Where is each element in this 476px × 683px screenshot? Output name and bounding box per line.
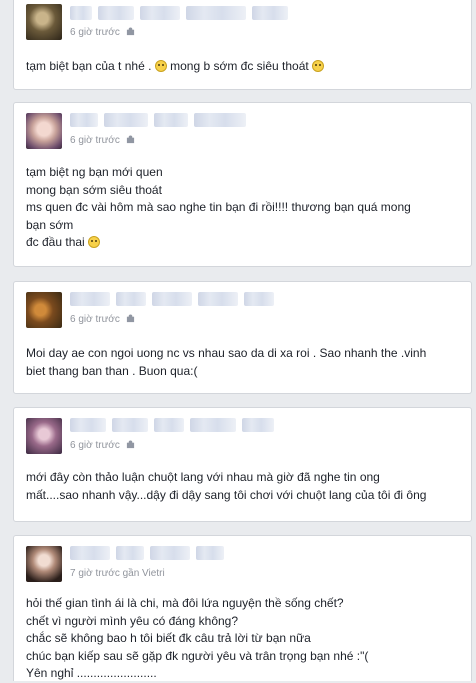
author-name-redacted[interactable] [194,113,246,127]
post-body: tạm biệt bạn của t nhé . mong b sớm đc s… [26,58,325,76]
author-name-redacted[interactable] [154,418,184,432]
post-header: 7 giờ trước gần Vietri [26,546,456,582]
dizzy-emoji-icon [312,60,325,72]
author-name-redacted[interactable] [152,292,192,306]
post-line: chúc bạn kiếp sau sẽ gặp đk người yêu và… [26,648,369,663]
author-name-redacted[interactable] [242,418,274,432]
post-header: 6 giờ trước [26,113,456,149]
author-name-redacted[interactable] [196,546,224,560]
post-timestamp[interactable]: 6 giờ trước [70,314,135,325]
avatar[interactable] [26,113,62,149]
post-line: tạm biệt ng bạn mới quen [26,165,163,179]
post-line: bạn sớm [26,217,74,232]
post-line: Moi day ae con ngoi uong nc vs nhau sao … [26,346,427,360]
audience-icon [126,135,134,144]
post-card-3: 6 giờ trước Moi day ae con ngoi uong nc … [13,281,472,394]
author-name-redacted[interactable] [190,418,236,432]
author-name-redacted[interactable] [70,113,98,127]
post-timestamp[interactable]: 6 giờ trước [70,440,135,451]
post-line: mới đây còn thảo luận chuột lang với nha… [26,470,380,484]
sad-emoji-icon [88,236,101,248]
author-name-redacted[interactable] [112,418,148,432]
post-line: mong bạn sớm siêu thoát [26,182,162,197]
post-timestamp[interactable]: 6 giờ trước [70,135,135,146]
author-name-redacted[interactable] [70,546,110,560]
audience-icon [126,314,134,323]
sad-emoji-icon [154,60,167,72]
author-name-redacted[interactable] [70,418,106,432]
avatar[interactable] [26,292,62,328]
post-card-4: 6 giờ trước mới đây còn thảo luận chuột … [13,407,472,522]
author-name-redacted[interactable] [98,6,134,20]
post-card-5: 7 giờ trước gần Vietri hỏi thế gian tình… [13,535,472,681]
audience-icon [126,440,134,449]
author-name-redacted[interactable] [116,292,146,306]
avatar[interactable] [26,418,62,454]
post-card-1: 6 giờ trước tạm biệt bạn của t nhé . mon… [13,0,472,90]
post-line: Yên nghỉ ........................ [26,666,157,680]
author-name-redacted[interactable] [70,292,110,306]
post-line: đc đầu thai [26,234,411,252]
post-body: mới đây còn thảo luận chuột lang với nha… [26,469,426,504]
author-name-redacted[interactable] [150,546,190,560]
scrollbar[interactable] [472,0,476,681]
post-body: hỏi thế gian tình ái là chi, mà đôi lứa … [26,595,368,683]
author-name-redacted[interactable] [154,113,188,127]
post-line: biet thang ban than . Buon qua:( [26,363,198,378]
post-line: hỏi thế gian tình ái là chi, mà đôi lứa … [26,596,344,610]
post-line: mất....sao nhanh vậy...dậy đi dậy sang t… [26,487,427,502]
post-header: 6 giờ trước [26,418,456,454]
post-timestamp[interactable]: 6 giờ trước [70,27,135,38]
avatar[interactable] [26,546,62,582]
audience-icon [126,27,134,36]
author-name-redacted[interactable] [244,292,274,306]
post-card-2: 6 giờ trước tạm biệt ng bạn mới quen mon… [13,102,472,267]
post-line: ms quen đc vài hôm mà sao nghe tin bạn đ… [26,200,411,214]
author-name-redacted[interactable] [104,113,148,127]
post-header: 6 giờ trước [26,292,456,328]
author-name-redacted[interactable] [252,6,288,20]
post-header: 6 giờ trước [26,4,456,40]
post-timestamp[interactable]: 7 giờ trước gần Vietri [70,568,165,579]
author-name-redacted[interactable] [140,6,180,20]
author-name-redacted[interactable] [186,6,246,20]
post-body: tạm biệt ng bạn mới quen mong bạn sớm si… [26,164,411,252]
post-line: chết vì người mình yêu có đáng không? [26,613,239,628]
post-line: tạm biệt bạn của t nhé . mong b sớm đc s… [26,58,325,76]
post-line: chắc sẽ không bao h tôi biết đk câu trả … [26,631,311,645]
author-name-redacted[interactable] [116,546,144,560]
author-name-redacted[interactable] [198,292,238,306]
post-body: Moi day ae con ngoi uong nc vs nhau sao … [26,345,426,380]
avatar[interactable] [26,4,62,40]
author-name-redacted[interactable] [70,6,92,20]
